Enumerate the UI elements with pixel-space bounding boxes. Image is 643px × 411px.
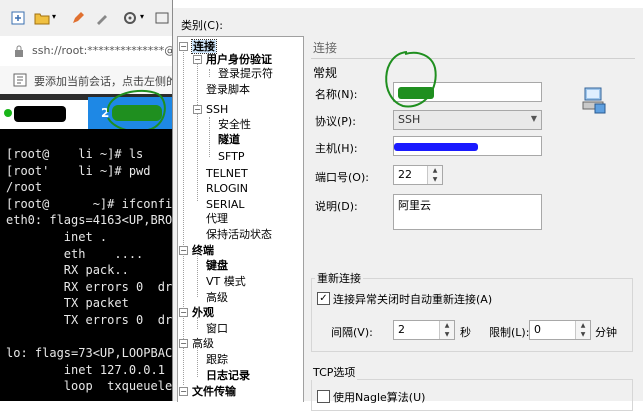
ssh-collapse-icon[interactable]: − [193, 105, 202, 114]
category-label: 类别(C): [181, 19, 223, 32]
session-properties-dialog: 类别(C): − 连接 − 用户身份验证 登录提示符 登录脚本 − SSH 安全… [172, 0, 643, 411]
tree-item-login-script[interactable]: 登录脚本 [206, 83, 250, 96]
tcp-options-title: TCP选项 [311, 364, 358, 380]
lock-icon [15, 45, 23, 57]
tree-item-login-prompts[interactable]: 登录提示符 [218, 67, 273, 80]
tree-item-window[interactable]: 窗口 [206, 322, 228, 335]
terminal-output[interactable]: [root@ li ~]# ls [root' li ~]# pwd/root [r… [0, 129, 208, 401]
reconnect-group [311, 278, 633, 352]
port-spinner[interactable]: ▲ ▼ [427, 166, 442, 184]
port-value: 22 [398, 168, 412, 181]
tree-item-keyboard[interactable]: 键盘 [206, 259, 228, 272]
tree-item-terminal-advanced[interactable]: 高级 [206, 291, 228, 304]
host-input[interactable] [393, 136, 542, 156]
limit-label: 限制(L): [489, 326, 530, 339]
tree-item-keepalive[interactable]: 保持活动状态 [206, 228, 272, 241]
gear-icon[interactable] [122, 10, 138, 26]
description-textarea[interactable]: 阿里云 [393, 194, 542, 230]
new-session-icon[interactable] [10, 10, 26, 26]
reconnect-group-title: 重新连接 [315, 270, 363, 286]
general-group-title: 常规 [313, 66, 338, 80]
tree-item-appearance[interactable]: 外观 [192, 306, 214, 319]
panel-header: 连接 [313, 41, 338, 55]
interval-label: 间隔(V): [331, 326, 373, 339]
appearance-collapse-icon[interactable]: − [179, 308, 188, 317]
folder-icon[interactable] [34, 10, 50, 26]
protocol-select[interactable]: SSH ▼ [393, 110, 542, 130]
terminal-line: [root' li ~]# pwd [6, 163, 151, 178]
terminal-line: [root@ li ~]# ls [6, 147, 144, 161]
connection-settings-panel: 连接 常规 名称(N): 协议(P): SSH ▼ 主机(H): 端口号(O):… [307, 34, 643, 411]
nagle-checkbox-label: 使用Nagle算法(U) [333, 391, 426, 404]
port-label: 端口号(O): [315, 171, 369, 184]
main-toolbar: ▾ ▾ [0, 0, 172, 37]
user-auth-collapse-icon[interactable]: − [193, 55, 202, 64]
gear-dropdown-icon[interactable]: ▾ [140, 12, 144, 21]
minutes-label: 分钟 [595, 326, 617, 339]
advanced-collapse-icon[interactable]: − [179, 339, 188, 348]
terminal-line: inet . [6, 230, 108, 244]
tree-item-advanced[interactable]: 高级 [192, 337, 214, 350]
green-annotation-circle [385, 51, 437, 108]
terminal-line: RX pack.. [6, 263, 129, 278]
limit-value: 0 [534, 323, 541, 336]
redacted-host [394, 143, 478, 151]
seconds-label: 秒 [460, 326, 471, 339]
terminal-line: TX packet [6, 296, 129, 311]
interval-spinner[interactable]: ▲ ▼ [439, 321, 454, 339]
terminal-line: /root [6, 180, 43, 195]
address-text: ssh://root:**************@10 [32, 44, 190, 57]
description-value: 阿里云 [398, 199, 431, 212]
dialog-titlebar [173, 0, 643, 8]
terminal-line: loop txqueuelen 1 [6, 379, 194, 394]
limit-spinner[interactable]: ▲ ▼ [575, 321, 590, 339]
chevron-down-icon: ▼ [530, 114, 537, 123]
bookmark-icon [13, 73, 27, 87]
tree-item-connection[interactable]: 连接 [191, 39, 217, 54]
tree-item-security[interactable]: 安全性 [218, 118, 251, 131]
terminal-line: eth .... [6, 246, 144, 261]
tree-item-logging[interactable]: 日志记录 [206, 369, 250, 382]
tree-item-vt-mode[interactable]: VT 模式 [206, 275, 246, 288]
redacted-tab-name [14, 106, 66, 122]
tree-item-serial[interactable]: SERIAL [206, 198, 244, 211]
interval-value: 2 [398, 323, 405, 336]
description-label: 说明(D): [315, 200, 358, 213]
folder-dropdown-icon[interactable]: ▾ [52, 12, 56, 21]
tree-item-proxy[interactable]: 代理 [206, 212, 228, 225]
fullscreen-icon[interactable] [154, 10, 170, 26]
protocol-value: SSH [398, 113, 421, 126]
category-tree[interactable]: − 连接 − 用户身份验证 登录提示符 登录脚本 − SSH 安全性 隧道 SF… [177, 36, 304, 402]
connection-collapse-icon[interactable]: − [179, 42, 188, 51]
tree-item-tunnel[interactable]: 隧道 [218, 133, 240, 146]
tree-item-telnet[interactable]: TELNET [206, 167, 248, 180]
tree-item-sftp[interactable]: SFTP [218, 150, 244, 163]
name-label: 名称(N): [315, 88, 358, 101]
pen-icon[interactable] [94, 10, 110, 26]
session-tab-bar: 2 [0, 89, 172, 133]
file-transfer-collapse-icon[interactable]: − [179, 387, 188, 396]
tree-item-user-auth[interactable]: 用户身份验证 [206, 53, 272, 66]
interval-input[interactable]: 2 ▲ ▼ [393, 320, 455, 340]
nagle-checkbox[interactable] [317, 390, 330, 403]
address-bar[interactable]: ssh://root:**************@10 [0, 36, 189, 67]
session-tab-1[interactable] [0, 100, 88, 129]
edit-icon[interactable] [70, 10, 86, 26]
port-input[interactable]: 22 ▲ ▼ [393, 165, 443, 185]
tree-item-ssh[interactable]: SSH [206, 103, 228, 116]
host-label: 主机(H): [315, 142, 358, 155]
tree-item-trace[interactable]: 跟踪 [206, 353, 228, 366]
computer-network-icon [582, 87, 606, 114]
tree-item-rlogin[interactable]: RLOGIN [206, 182, 248, 195]
reconnect-checkbox-label: 连接异常关闭时自动重新连接(A) [333, 293, 493, 306]
tree-item-file-transfer[interactable]: 文件传输 [192, 385, 236, 398]
protocol-label: 协议(P): [315, 115, 356, 128]
connected-status-icon [4, 109, 12, 117]
terminal-collapse-icon[interactable]: − [179, 246, 188, 255]
limit-input[interactable]: 0 ▲ ▼ [529, 320, 591, 340]
tree-item-terminal[interactable]: 终端 [192, 244, 214, 257]
reconnect-checkbox[interactable]: ✓ [317, 292, 330, 305]
terminal-line: [root@ ~]# ifconfig [6, 196, 180, 211]
